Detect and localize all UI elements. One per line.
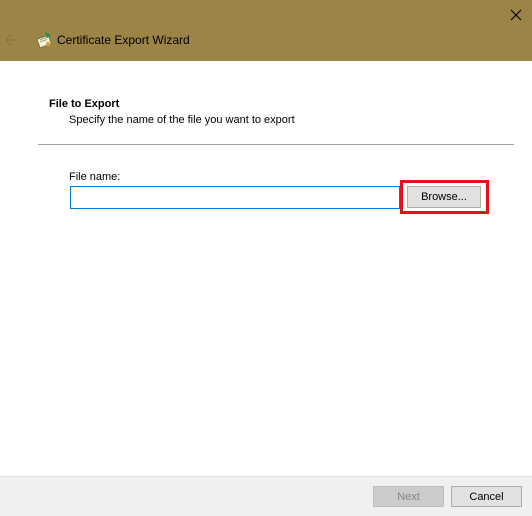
browse-button[interactable]: Browse...: [407, 186, 481, 208]
back-arrow-icon[interactable]: [5, 34, 19, 46]
close-icon: [510, 9, 522, 21]
window-title: Certificate Export Wizard: [57, 33, 190, 47]
section-subtitle: Specify the name of the file you want to…: [69, 114, 295, 126]
title-bar: Certificate Export Wizard: [0, 0, 532, 61]
header-divider: [38, 144, 514, 145]
cancel-button[interactable]: Cancel: [451, 486, 522, 507]
next-button[interactable]: Next: [373, 486, 444, 507]
file-name-label: File name:: [69, 171, 121, 183]
certificate-icon: [36, 32, 52, 48]
file-name-input[interactable]: [70, 186, 400, 209]
close-button[interactable]: [500, 0, 532, 30]
section-title: File to Export: [49, 98, 120, 110]
